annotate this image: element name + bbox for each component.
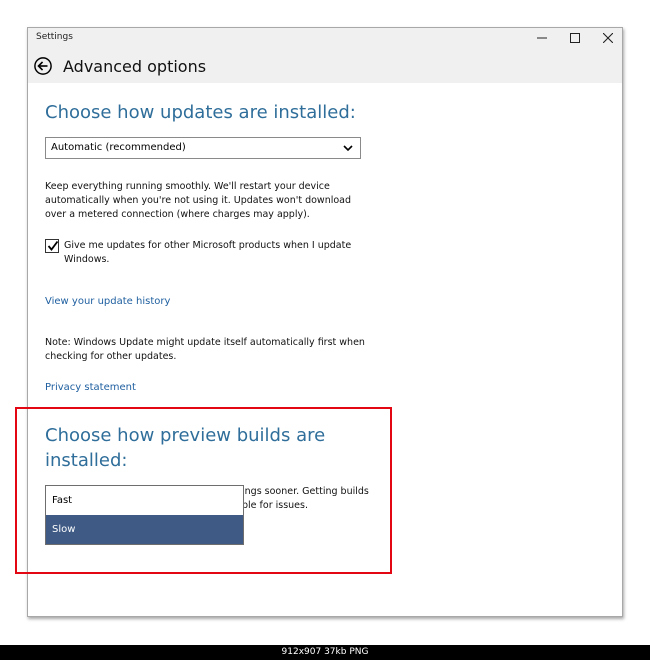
checkmark-icon (47, 240, 59, 251)
page-header: Advanced options (28, 48, 622, 83)
window-title: Settings (36, 32, 73, 42)
update-install-select[interactable]: Automatic (recommended) (45, 137, 361, 159)
page-title: Advanced options (63, 57, 207, 76)
minimize-button[interactable] (525, 28, 558, 48)
highlight-box (15, 407, 392, 574)
back-arrow-icon[interactable] (34, 57, 52, 75)
minimize-icon (536, 37, 547, 39)
other-products-checkbox[interactable] (45, 239, 59, 253)
title-bar: Settings (28, 28, 622, 48)
update-history-link[interactable]: View your update history (45, 296, 170, 307)
updates-heading: Choose how updates are installed: (45, 102, 356, 123)
maximize-button[interactable] (558, 28, 591, 48)
close-icon (602, 33, 613, 43)
close-button[interactable] (591, 28, 624, 48)
checkbox-label: Give me updates for other Microsoft prod… (64, 240, 352, 265)
select-value: Automatic (recommended) (51, 142, 186, 153)
windows-update-note: Note: Windows Update might update itself… (45, 337, 365, 362)
updates-description: Keep everything running smoothly. We'll … (45, 181, 352, 220)
image-info-bar: 912x907 37kb PNG (0, 645, 650, 660)
image-info-text: 912x907 37kb PNG (281, 647, 369, 657)
privacy-statement-link[interactable]: Privacy statement (45, 382, 136, 393)
maximize-icon (569, 33, 580, 43)
chevron-down-icon (343, 145, 353, 152)
